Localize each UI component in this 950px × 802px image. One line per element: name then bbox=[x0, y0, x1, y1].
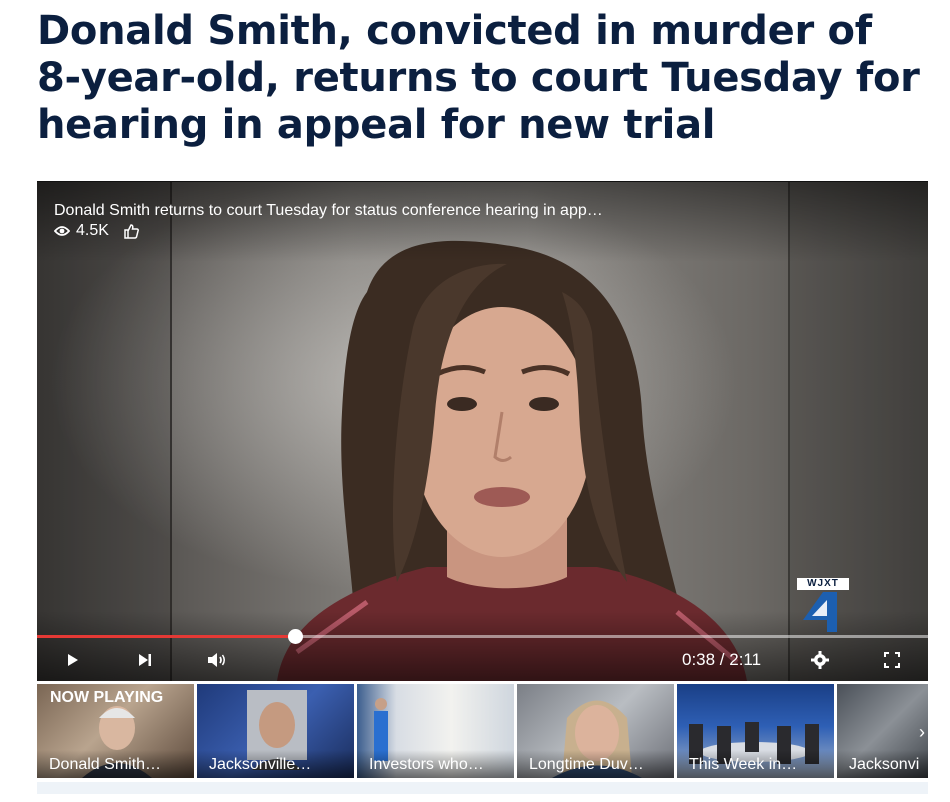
thumbs-up-icon[interactable] bbox=[123, 223, 139, 239]
playlist-item-label: Jacksonville… bbox=[209, 756, 312, 773]
playlist-item-label: Longtime Duv… bbox=[529, 756, 644, 773]
playlist-item[interactable]: Longtime Duv… bbox=[517, 684, 674, 778]
time-display: 0:38 / 2:11 bbox=[682, 650, 762, 669]
article-headline: Donald Smith, convicted in murder of 8-y… bbox=[37, 8, 920, 148]
next-button[interactable] bbox=[133, 648, 157, 672]
settings-button[interactable] bbox=[808, 648, 832, 672]
video-player[interactable]: Donald Smith returns to court Tuesday fo… bbox=[37, 181, 928, 681]
station-logo: WJXT bbox=[797, 578, 849, 634]
playlist-item-label: Investors who… bbox=[369, 756, 484, 773]
next-icon bbox=[133, 648, 157, 672]
below-player-bar bbox=[37, 782, 928, 794]
playlist-item-label: Donald Smith… bbox=[49, 756, 162, 773]
playlist-item[interactable]: NOW PLAYING Donald Smith… bbox=[37, 684, 194, 778]
controls-overlay bbox=[37, 611, 928, 681]
fullscreen-icon bbox=[880, 648, 904, 672]
now-playing-label: NOW PLAYING bbox=[50, 689, 164, 706]
playlist-item[interactable]: Jacksonvi › bbox=[837, 684, 928, 778]
fullscreen-button[interactable] bbox=[880, 648, 904, 672]
view-count: 4.5K bbox=[76, 222, 109, 239]
title-overlay bbox=[37, 182, 928, 262]
playlist-item-label: This Week in… bbox=[689, 756, 798, 773]
volume-icon bbox=[204, 648, 228, 672]
settings-icon bbox=[808, 648, 832, 672]
play-button[interactable] bbox=[60, 648, 84, 672]
playlist-item[interactable]: This Week in… bbox=[677, 684, 834, 778]
video-title[interactable]: Donald Smith returns to court Tuesday fo… bbox=[54, 202, 603, 220]
volume-button[interactable] bbox=[204, 648, 228, 672]
chevron-right-icon[interactable]: › bbox=[919, 722, 925, 743]
eye-icon bbox=[54, 225, 70, 237]
playlist-item[interactable]: Jacksonville… bbox=[197, 684, 354, 778]
progress-fill bbox=[37, 635, 296, 638]
video-meta: 4.5K bbox=[54, 222, 139, 240]
station-logo-text: WJXT bbox=[797, 578, 849, 590]
playlist-item[interactable]: Investors who… bbox=[357, 684, 514, 778]
playlist-item-label: Jacksonvi bbox=[849, 756, 920, 773]
playlist-strip: NOW PLAYING Donald Smith… Jacksonville… … bbox=[37, 684, 928, 778]
play-icon bbox=[60, 648, 84, 672]
progress-bar[interactable] bbox=[37, 635, 928, 638]
